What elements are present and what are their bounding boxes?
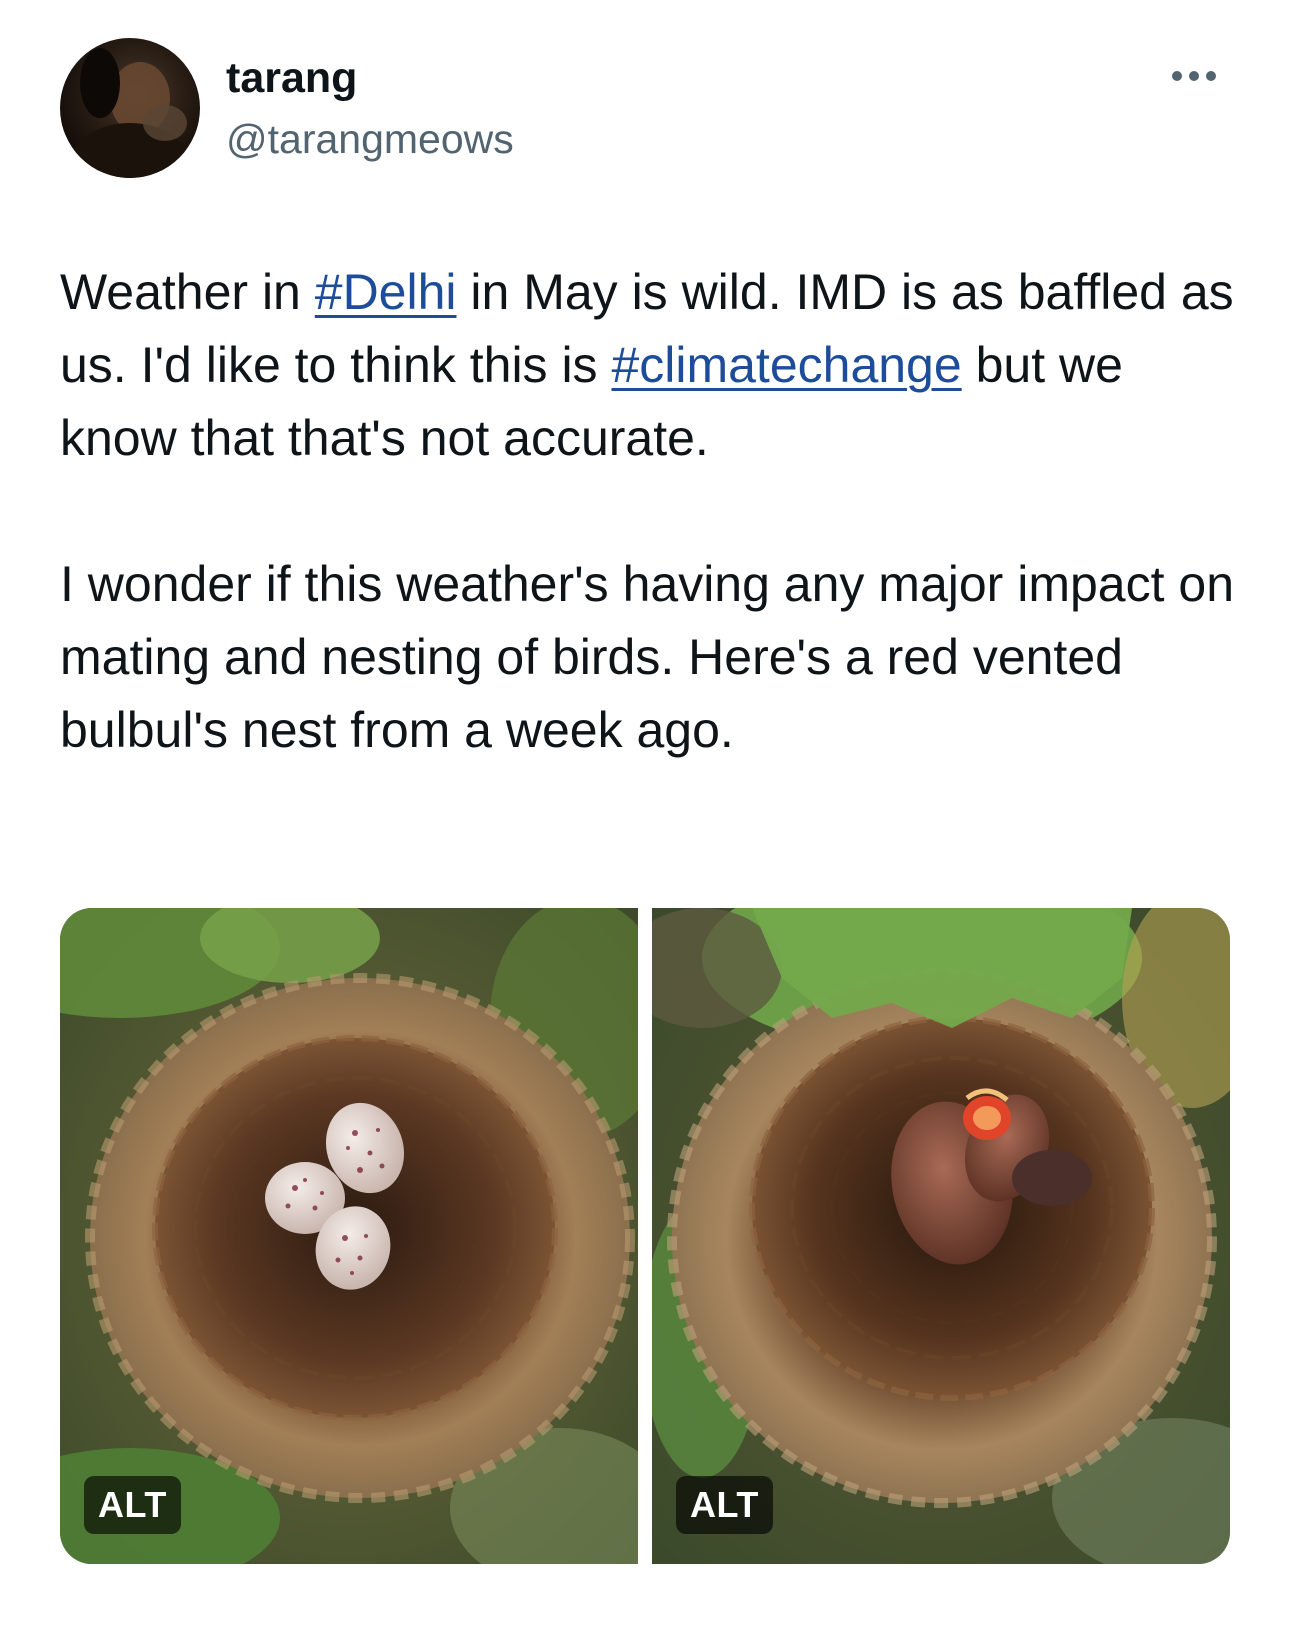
tweet-paragraph-2: I wonder if this weather's having any ma…	[60, 556, 1234, 758]
photo-nest-eggs[interactable]: ALT	[60, 908, 638, 1564]
author-handle[interactable]: @tarangmeows	[226, 112, 514, 166]
hashtag-delhi-link[interactable]: #Delhi	[315, 264, 457, 320]
media-grid: ALT ALT	[60, 908, 1230, 1564]
alt-text-button[interactable]: ALT	[84, 1476, 181, 1534]
more-options-button[interactable]	[1164, 56, 1224, 96]
avatar-photo-icon	[68, 48, 192, 178]
more-dots-icon	[1172, 71, 1216, 81]
nest-eggs-image	[60, 908, 638, 1564]
alt-text-button[interactable]: ALT	[676, 1476, 773, 1534]
nest-hatchlings-image	[652, 908, 1230, 1564]
tweet-paragraph-1: Weather in #Delhi in May is wild. IMD is…	[60, 256, 1240, 475]
author-avatar[interactable]	[60, 38, 200, 178]
hashtag-climatechange-link[interactable]: #climatechange	[611, 337, 961, 393]
tweet-text: Weather in #Delhi in May is wild. IMD is…	[60, 256, 1240, 767]
tweet-text-segment: Weather in	[60, 264, 315, 320]
photo-nest-hatchlings[interactable]: ALT	[652, 908, 1230, 1564]
author-display-name[interactable]: tarang	[226, 50, 357, 106]
